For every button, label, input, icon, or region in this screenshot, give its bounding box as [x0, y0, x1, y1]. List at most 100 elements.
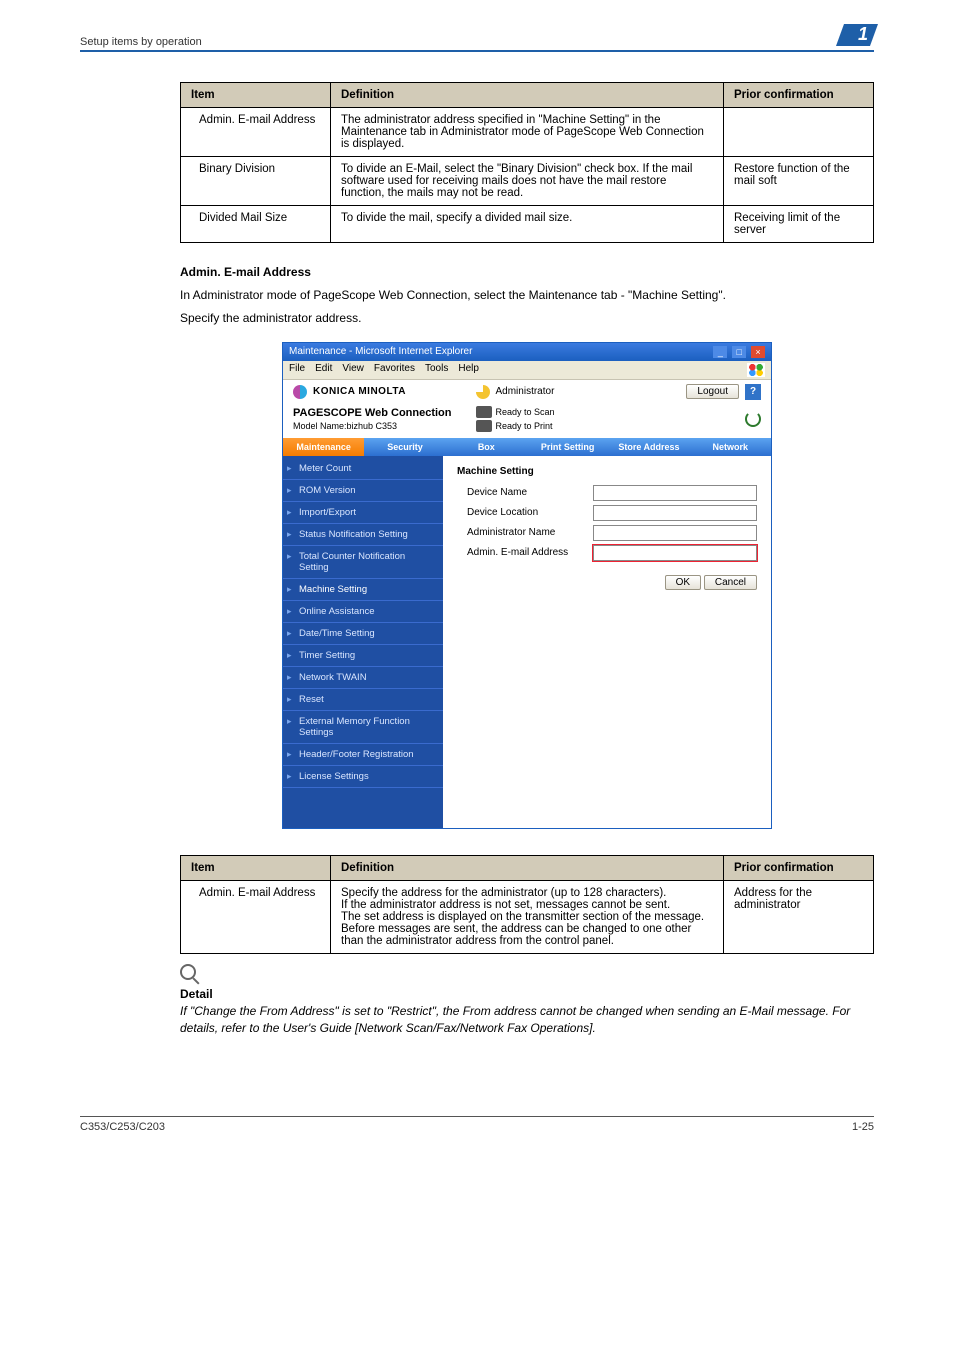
sidebar-item-import-export[interactable]: Import/Export: [283, 502, 443, 524]
sidebar-item-machine-setting[interactable]: Machine Setting: [283, 579, 443, 601]
cancel-button[interactable]: Cancel: [704, 575, 757, 590]
ie-titlebar: Maintenance - Microsoft Internet Explore…: [283, 343, 771, 361]
label-device-name: Device Name: [457, 487, 587, 498]
menu-view[interactable]: View: [342, 363, 364, 377]
main-panel: Machine Setting Device Name Device Locat…: [443, 456, 771, 828]
sidebar-item-header-footer[interactable]: Header/Footer Registration: [283, 744, 443, 766]
breadcrumb: Setup items by operation: [80, 36, 202, 48]
footer-left: C353/C253/C203: [80, 1121, 165, 1133]
sidebar-item-online-assistance[interactable]: Online Assistance: [283, 601, 443, 623]
subinfo-row: PAGESCOPE Web Connection Model Name:bizh…: [283, 404, 771, 438]
logout-button[interactable]: Logout: [686, 384, 739, 399]
th-definition: Definition: [331, 83, 724, 108]
sidebar-item-status-notification[interactable]: Status Notification Setting: [283, 524, 443, 546]
input-administrator-name[interactable]: [593, 525, 757, 541]
cell-item: Binary Division: [181, 157, 331, 206]
table-row: Admin. E-mail Address The administrator …: [181, 108, 874, 157]
cell-prior: Restore function of the mail soft: [724, 157, 874, 206]
model-name: Model Name:bizhub C353: [293, 421, 452, 431]
header-rule: [80, 50, 874, 52]
menu-help[interactable]: Help: [458, 363, 479, 377]
field-row: Device Name: [457, 485, 757, 501]
tab-security[interactable]: Security: [364, 438, 445, 456]
tab-network[interactable]: Network: [690, 438, 771, 456]
sidebar-item-timer[interactable]: Timer Setting: [283, 645, 443, 667]
tab-maintenance[interactable]: Maintenance: [283, 438, 364, 456]
tab-print-setting[interactable]: Print Setting: [527, 438, 608, 456]
sidebar-item-license[interactable]: License Settings: [283, 766, 443, 788]
refresh-icon[interactable]: [745, 411, 761, 427]
sidebar-item-reset[interactable]: Reset: [283, 689, 443, 711]
sidebar-item-network-twain[interactable]: Network TWAIN: [283, 667, 443, 689]
konica-logo-icon: [293, 385, 307, 399]
chapter-badge: 1: [840, 24, 874, 48]
footer-right: 1-25: [852, 1121, 874, 1133]
th-prior: Prior confirmation: [724, 855, 874, 880]
cell-item: Admin. E-mail Address: [181, 108, 331, 157]
status-print: Ready to Print: [496, 421, 553, 431]
field-row: Admin. E-mail Address: [457, 545, 757, 561]
tab-box[interactable]: Box: [446, 438, 527, 456]
scanner-icon: [476, 406, 492, 418]
cell-item: Admin. E-mail Address: [181, 880, 331, 953]
ie-logo-icon: [747, 363, 765, 377]
form-heading: Machine Setting: [457, 466, 757, 477]
field-row: Device Location: [457, 505, 757, 521]
status-scan: Ready to Scan: [496, 407, 555, 417]
definition-table-2: Item Definition Prior confirmation Admin…: [180, 855, 874, 954]
input-admin-email[interactable]: [593, 545, 757, 561]
maximize-icon[interactable]: □: [732, 346, 746, 358]
chapter-number: 1: [858, 24, 868, 45]
close-icon[interactable]: ×: [751, 346, 765, 358]
table-row: Binary Division To divide an E-Mail, sel…: [181, 157, 874, 206]
cell-prior: Address for the administrator: [724, 880, 874, 953]
detail-icon: [180, 964, 196, 980]
detail-label: Detail: [180, 987, 874, 1001]
detail-body: If "Change the From Address" is set to "…: [180, 1003, 874, 1037]
cell-item: Divided Mail Size: [181, 206, 331, 243]
help-icon[interactable]: ?: [745, 384, 761, 400]
sidebar: Meter Count ROM Version Import/Export St…: [283, 456, 443, 828]
label-administrator-name: Administrator Name: [457, 527, 587, 538]
section-heading: Admin. E-mail Address: [180, 265, 874, 279]
input-device-name[interactable]: [593, 485, 757, 501]
ok-button[interactable]: OK: [665, 575, 701, 590]
sidebar-item-external-memory[interactable]: External Memory Function Settings: [283, 711, 443, 744]
minimize-icon[interactable]: _: [713, 346, 727, 358]
window-title: Maintenance - Microsoft Internet Explore…: [289, 346, 472, 357]
cell-definition: Specify the address for the administrato…: [331, 880, 724, 953]
th-definition: Definition: [331, 855, 724, 880]
administrator-icon: [476, 385, 490, 399]
table-row: Divided Mail Size To divide the mail, sp…: [181, 206, 874, 243]
menu-tools[interactable]: Tools: [425, 363, 448, 377]
menu-file[interactable]: File: [289, 363, 305, 377]
printer-icon: [476, 420, 492, 432]
cell-definition: The administrator address specified in "…: [331, 108, 724, 157]
brand-text: KONICA MINOLTA: [313, 386, 406, 397]
label-admin-email: Admin. E-mail Address: [457, 547, 587, 558]
menu-favorites[interactable]: Favorites: [374, 363, 415, 377]
sidebar-item-meter-count[interactable]: Meter Count: [283, 458, 443, 480]
sidebar-item-total-counter-notification[interactable]: Total Counter Notification Setting: [283, 546, 443, 579]
field-row: Administrator Name: [457, 525, 757, 541]
ie-window: Maintenance - Microsoft Internet Explore…: [282, 342, 772, 829]
table-row: Admin. E-mail Address Specify the addres…: [181, 880, 874, 953]
sidebar-item-rom-version[interactable]: ROM Version: [283, 480, 443, 502]
input-device-location[interactable]: [593, 505, 757, 521]
administrator-label: Administrator: [496, 386, 555, 397]
menu-edit[interactable]: Edit: [315, 363, 332, 377]
section-paragraph: In Administrator mode of PageScope Web C…: [180, 287, 874, 304]
th-item: Item: [181, 855, 331, 880]
sidebar-item-date-time[interactable]: Date/Time Setting: [283, 623, 443, 645]
th-item: Item: [181, 83, 331, 108]
tab-bar: Maintenance Security Box Print Setting S…: [283, 438, 771, 456]
label-device-location: Device Location: [457, 507, 587, 518]
ie-menubar: File Edit View Favorites Tools Help: [283, 361, 771, 380]
window-buttons: _ □ ×: [711, 346, 765, 358]
definition-table-1: Item Definition Prior confirmation Admin…: [180, 82, 874, 243]
cell-prior: Receiving limit of the server: [724, 206, 874, 243]
pagescope-label: PAGESCOPE Web Connection: [293, 407, 452, 419]
cell-definition: To divide the mail, specify a divided ma…: [331, 206, 724, 243]
tab-store-address[interactable]: Store Address: [608, 438, 689, 456]
section-paragraph: Specify the administrator address.: [180, 310, 874, 327]
